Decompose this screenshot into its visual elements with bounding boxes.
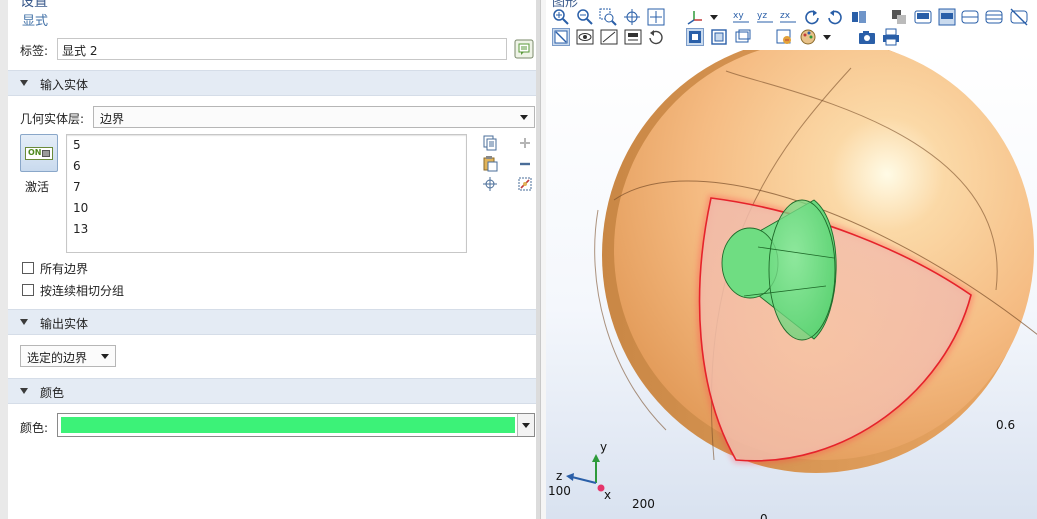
selection-color-icon[interactable]: [775, 28, 793, 46]
section-output-entities[interactable]: 输出实体: [8, 309, 540, 335]
output-entities-select[interactable]: 选定的边界: [20, 345, 116, 367]
rotate-left-icon[interactable]: [803, 8, 821, 26]
collapse-arrow-icon: [20, 388, 28, 394]
on-switch-icon: ON: [25, 147, 53, 160]
list-item[interactable]: 6: [67, 156, 466, 177]
yz-view-icon[interactable]: yz: [756, 8, 774, 26]
rotate-right-icon[interactable]: [826, 8, 844, 26]
remove-icon[interactable]: [517, 156, 533, 172]
add-icon[interactable]: [517, 135, 533, 151]
chevron-down-icon: [101, 354, 109, 359]
axis-label-x: x: [604, 488, 612, 502]
selection-list[interactable]: 5 6 7 10 13: [66, 134, 467, 253]
comment-icon[interactable]: [514, 39, 534, 59]
chevron-down-icon: [517, 414, 534, 436]
group-by-continuous-checkbox[interactable]: [22, 284, 34, 296]
svg-text:xy: xy: [733, 11, 744, 21]
render-mode-icon[interactable]: [850, 8, 868, 26]
show-grid-icon[interactable]: [734, 28, 752, 46]
color-caption: 颜色:: [20, 421, 49, 435]
show-frame-icon[interactable]: [686, 28, 704, 46]
list-item[interactable]: 7: [67, 177, 466, 198]
copy-icon[interactable]: [482, 135, 498, 151]
group-by-continuous-label: 按连续相切分组: [40, 284, 125, 298]
zoom-to-selection-icon[interactable]: [482, 176, 498, 192]
print-icon[interactable]: [882, 28, 900, 46]
axis-orientation-icon[interactable]: [686, 8, 704, 26]
zoom-extents-icon[interactable]: [647, 8, 665, 26]
zoom-in-icon[interactable]: [552, 8, 570, 26]
reset-view-icon[interactable]: [647, 28, 665, 46]
scene-light-icon[interactable]: [624, 28, 642, 46]
eye-icon[interactable]: [576, 28, 594, 46]
output-entities-value: 选定的边界: [27, 351, 88, 365]
list-item[interactable]: 10: [67, 198, 466, 219]
feature-type-label: 显式: [22, 14, 49, 29]
xy-view-icon[interactable]: xy: [732, 8, 750, 26]
collapse-arrow-icon: [20, 80, 28, 86]
view-mode-1-icon[interactable]: [914, 8, 932, 26]
axis-triad: [566, 454, 605, 492]
list-item[interactable]: 13: [67, 219, 466, 240]
chevron-down-icon[interactable]: [822, 28, 832, 46]
chevron-down-icon: [520, 115, 528, 120]
view-mode-2-icon[interactable]: [938, 8, 956, 26]
all-boundaries-checkbox[interactable]: [22, 262, 34, 274]
zoom-selected-icon[interactable]: [623, 8, 641, 26]
show-box-icon[interactable]: [710, 28, 728, 46]
list-item[interactable]: 5: [67, 135, 466, 156]
tick-label-left: 100: [548, 484, 571, 498]
geometry-level-value: 边界: [100, 112, 125, 126]
collapse-arrow-icon: [20, 319, 28, 325]
section-input-entities[interactable]: 输入实体: [8, 70, 540, 96]
tick-label-bottom-cut: 0: [760, 512, 768, 519]
zoom-box-icon[interactable]: [599, 8, 617, 26]
panel-divider[interactable]: [536, 0, 540, 519]
view-mode-3-icon[interactable]: [961, 8, 979, 26]
paste-icon[interactable]: [482, 156, 498, 172]
wireframe-icon[interactable]: [600, 28, 618, 46]
svg-text:yz: yz: [757, 11, 767, 21]
cone-large-face[interactable]: [768, 199, 836, 341]
geometry-level-select[interactable]: 边界: [93, 106, 535, 128]
view-mode-4-icon[interactable]: [985, 8, 1003, 26]
label-caption: 标签:: [20, 44, 49, 58]
section-title: 颜色: [40, 386, 65, 400]
zx-view-icon[interactable]: zx: [779, 8, 797, 26]
tick-label-bottom: 200: [632, 497, 655, 511]
section-color[interactable]: 颜色: [8, 378, 540, 404]
switch-text: ON: [28, 148, 42, 157]
activate-label: 激活: [25, 180, 50, 194]
camera-icon[interactable]: [858, 28, 876, 46]
geometry-level-caption: 几何实体层:: [20, 112, 85, 126]
activate-toggle-button[interactable]: ON: [20, 134, 58, 172]
axis-label-y: y: [600, 440, 608, 454]
tick-label-right: 0.6: [996, 418, 1016, 432]
color-swatch: [61, 417, 515, 433]
hide-icon[interactable]: [1010, 8, 1028, 26]
settings-panel: 设置 显式 标签: 显式 2 输入实体 几何实体层: 边界 ON 激活 5671…: [0, 0, 541, 519]
clear-selection-icon[interactable]: [517, 176, 533, 192]
svg-text:zx: zx: [780, 11, 791, 21]
graphics-panel: 图形 xy yz zx y z x 100 200 0 0.6: [546, 0, 1037, 519]
geometry-view[interactable]: [546, 50, 1037, 519]
application-window: 设置 显式 标签: 显式 2 输入实体 几何实体层: 边界 ON 激活 5671…: [0, 0, 1037, 519]
color-palette-icon[interactable]: [799, 28, 817, 46]
zoom-out-icon[interactable]: [576, 8, 594, 26]
transparency-icon[interactable]: [890, 8, 908, 26]
section-title: 输出实体: [40, 317, 89, 331]
select-mode-icon[interactable]: [552, 28, 570, 46]
section-title: 输入实体: [40, 78, 89, 92]
color-select[interactable]: [57, 413, 535, 437]
axis-label-z: z: [556, 469, 563, 483]
graphics-canvas[interactable]: y z x 100 200 0 0.6: [546, 50, 1037, 519]
label-input[interactable]: 显式 2: [57, 38, 507, 60]
all-boundaries-label: 所有边界: [40, 262, 89, 276]
chevron-down-icon[interactable]: [709, 8, 719, 26]
